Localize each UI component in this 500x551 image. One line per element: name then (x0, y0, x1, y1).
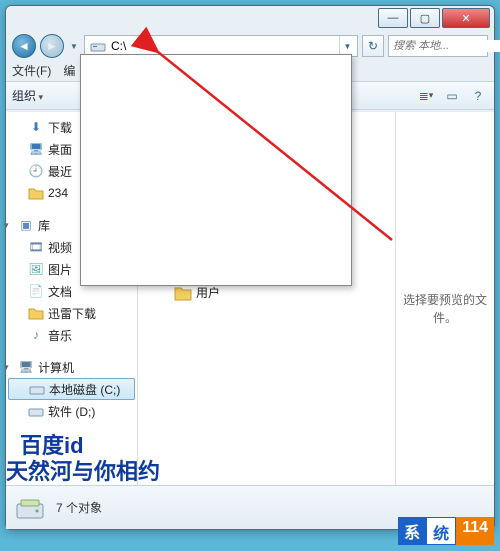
folder-icon (28, 185, 44, 201)
recent-icon: 🕘 (28, 163, 44, 179)
sidebar-item-label: 图片 (48, 261, 72, 278)
logo-part-b: 统 (426, 517, 456, 545)
folder-icon (174, 285, 192, 301)
drive-icon (28, 403, 44, 419)
search-input[interactable] (393, 40, 500, 52)
sidebar-item-drive-c[interactable]: 本地磁盘 (C;) (8, 378, 135, 400)
menu-file[interactable]: 文件(F) (12, 62, 51, 79)
sidebar-group-label: 库 (38, 217, 50, 234)
sidebar-item-label: 234 (48, 186, 68, 200)
sidebar-item-thunder[interactable]: 迅雷下载 (6, 302, 137, 324)
search-box[interactable] (388, 35, 488, 57)
refresh-button[interactable]: ↻ (362, 35, 384, 57)
status-count: 7 个对象 (56, 499, 102, 516)
logo-part-a: 系 (398, 517, 426, 545)
help-button[interactable]: ? (468, 87, 488, 105)
picture-icon: 🖼 (28, 261, 44, 277)
document-icon: 📄 (28, 283, 44, 299)
sidebar-group-computer[interactable]: ▾ 🖥 计算机 (6, 356, 137, 378)
address-dropdown-panel[interactable] (80, 54, 352, 286)
menu-edit[interactable]: 编 (63, 62, 75, 79)
address-dropdown-button[interactable]: ▼ (339, 36, 355, 56)
watermark-logo: 系 统 114 (398, 517, 494, 545)
logo-part-c: 114 (456, 517, 494, 545)
sidebar-item-label: 软件 (D;) (48, 403, 95, 420)
back-button[interactable]: ◄ (12, 34, 36, 58)
music-icon: ♪ (28, 327, 44, 343)
close-button[interactable]: ✕ (442, 8, 490, 28)
computer-icon: 🖥 (18, 359, 34, 375)
views-button[interactable]: ≣ (416, 87, 436, 105)
sidebar-item-label: 音乐 (48, 327, 72, 344)
watermark-line2: 天然河与你相约 (6, 454, 160, 486)
folder-label: 用户 (196, 284, 220, 301)
sidebar-item-label: 迅雷下载 (48, 305, 96, 322)
preview-placeholder-text: 选择要预览的文件。 (402, 291, 488, 327)
sidebar-item-drive-d[interactable]: 软件 (D;) (6, 400, 137, 422)
nav-history-menu[interactable]: ▼ (68, 34, 80, 58)
drive-icon (29, 381, 45, 397)
sidebar-item-label: 视频 (48, 239, 72, 256)
expand-icon[interactable]: ▾ (6, 362, 9, 373)
download-icon: ⬇ (28, 119, 44, 135)
sidebar-item-label: 本地磁盘 (C;) (49, 381, 120, 398)
sidebar-item-label: 下载 (48, 119, 72, 136)
folder-item-users[interactable]: 用户 (174, 284, 220, 301)
expand-icon[interactable]: ▾ (6, 220, 9, 231)
titlebar: — ▢ ✕ (6, 6, 494, 32)
sidebar-item-music[interactable]: ♪ 音乐 (6, 324, 137, 346)
maximize-button[interactable]: ▢ (410, 8, 440, 28)
address-input[interactable] (109, 37, 339, 55)
sidebar-group-label: 计算机 (38, 359, 74, 376)
drive-icon (14, 492, 46, 524)
video-icon: 🎞 (28, 239, 44, 255)
organize-button[interactable]: 组织 (12, 87, 43, 104)
forward-button[interactable]: ► (40, 34, 64, 58)
drive-icon (90, 38, 106, 54)
preview-pane: 选择要预览的文件。 (396, 112, 494, 505)
sidebar-item-label: 桌面 (48, 141, 72, 158)
sidebar-item-label: 文档 (48, 283, 72, 300)
folder-icon (28, 305, 44, 321)
preview-pane-button[interactable]: ▭ (442, 87, 462, 105)
desktop-icon: 🖥 (28, 141, 44, 157)
minimize-button[interactable]: — (378, 8, 408, 28)
sidebar-item-label: 最近 (48, 163, 72, 180)
libraries-icon: ▣ (18, 217, 34, 233)
